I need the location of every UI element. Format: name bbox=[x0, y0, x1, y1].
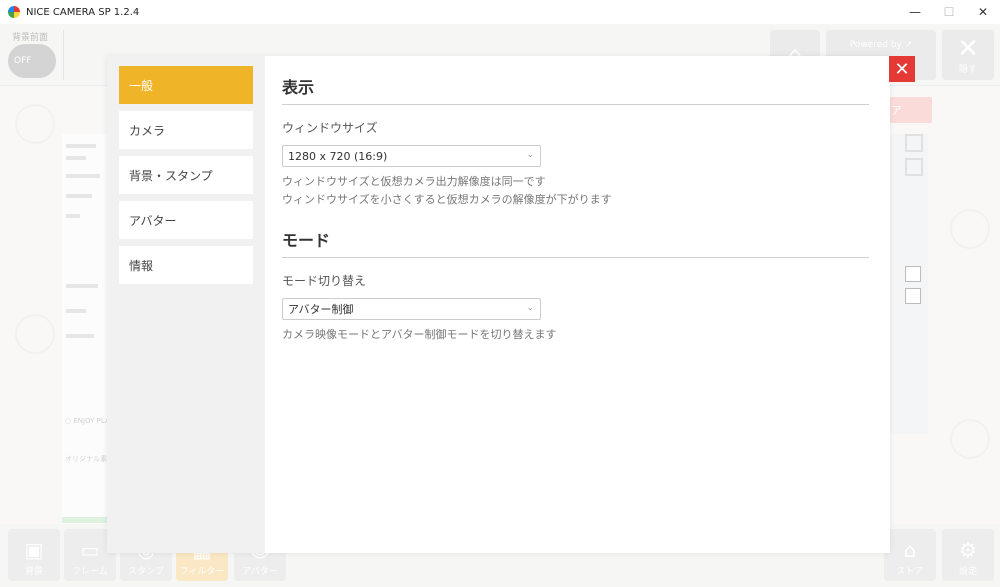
settings-content: 表示 ウィンドウサイズ 1280 x 720 (16:9) ⌄ ウィンドウサイズ… bbox=[282, 74, 869, 344]
window-size-select[interactable]: 1280 x 720 (16:9) ⌄ bbox=[282, 145, 541, 167]
window-title: NICE CAMERA SP 1.2.4 bbox=[26, 6, 140, 18]
window-size-label: ウィンドウサイズ bbox=[282, 121, 378, 135]
app-logo-icon bbox=[8, 6, 20, 18]
settings-nav-general[interactable]: 一般 bbox=[119, 66, 253, 104]
mode-switch-label: モード切り替え bbox=[282, 274, 367, 288]
mode-help: カメラ映像モードとアバター制御モードを切り替えます bbox=[282, 328, 557, 341]
settings-nav-background-stamp[interactable]: 背景・スタンプ bbox=[119, 156, 253, 194]
window-close-button[interactable]: ✕ bbox=[966, 0, 1000, 24]
mode-select[interactable]: アバター制御 ⌄ bbox=[282, 298, 541, 320]
window-size-value: 1280 x 720 (16:9) bbox=[288, 149, 388, 163]
mode-section-title: モード bbox=[282, 227, 869, 258]
chevron-down-icon: ⌄ bbox=[526, 150, 534, 160]
help-line: ウィンドウサイズと仮想カメラ出力解像度は同一です bbox=[282, 175, 546, 188]
window-size-help: ウィンドウサイズと仮想カメラ出力解像度は同一です ウィンドウサイズを小さくすると… bbox=[282, 173, 869, 209]
minimize-button[interactable]: — bbox=[898, 0, 932, 24]
settings-nav-avatar[interactable]: アバター bbox=[119, 201, 253, 239]
chevron-down-icon: ⌄ bbox=[526, 303, 534, 313]
settings-nav-info[interactable]: 情報 bbox=[119, 246, 253, 284]
settings-nav-camera[interactable]: カメラ bbox=[119, 111, 253, 149]
title-bar: NICE CAMERA SP 1.2.4 — ☐ ✕ bbox=[0, 0, 1000, 24]
maximize-button[interactable]: ☐ bbox=[932, 0, 966, 24]
window-controls: — ☐ ✕ bbox=[898, 0, 1000, 24]
help-line: ウィンドウサイズを小さくすると仮想カメラの解像度が下がります bbox=[282, 193, 612, 206]
mode-value: アバター制御 bbox=[288, 303, 354, 316]
settings-dialog: 一般 カメラ 背景・スタンプ アバター 情報 ✕ 表示 ウィンドウサイズ 128… bbox=[107, 56, 915, 553]
dialog-close-button[interactable]: ✕ bbox=[889, 56, 915, 82]
close-icon: ✕ bbox=[894, 58, 910, 80]
display-section-title: 表示 bbox=[282, 74, 869, 105]
settings-sidebar: 一般 カメラ 背景・スタンプ アバター 情報 bbox=[107, 56, 265, 553]
